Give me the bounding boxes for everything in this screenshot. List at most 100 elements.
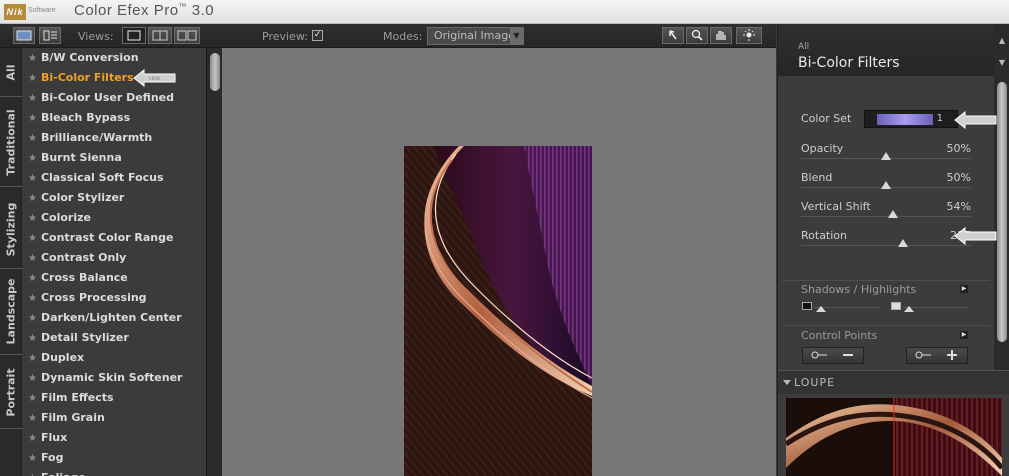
favorite-star-icon[interactable]: ★ bbox=[28, 273, 37, 284]
tab-traditional[interactable]: Traditional bbox=[0, 100, 22, 184]
preview-canvas[interactable] bbox=[222, 48, 776, 476]
view-split-button[interactable] bbox=[148, 27, 172, 44]
favorite-star-icon[interactable]: ★ bbox=[28, 293, 37, 304]
filter-item[interactable]: ★ Film Effects bbox=[22, 388, 206, 408]
tab-stylizing[interactable]: Stylizing bbox=[0, 190, 22, 268]
panel-scrollbar[interactable]: ▲ ▼ bbox=[994, 24, 1009, 370]
filter-item[interactable]: ★ Fog bbox=[22, 448, 206, 468]
favorite-star-icon[interactable]: ★ bbox=[28, 193, 37, 204]
param-value: 54% bbox=[946, 200, 971, 213]
param-slider[interactable] bbox=[801, 245, 971, 246]
filter-item[interactable]: ★ B/W Conversion bbox=[22, 48, 206, 68]
pointer-tool-button[interactable] bbox=[662, 27, 684, 44]
favorite-star-icon[interactable]: ★ bbox=[28, 53, 37, 64]
tab-portrait[interactable]: Portrait bbox=[0, 356, 22, 428]
filter-item[interactable]: ★ Bi-Color Filters bbox=[22, 68, 206, 88]
filter-item[interactable]: ★ Flux bbox=[22, 428, 206, 448]
filter-list: ★ B/W Conversion ★ Bi-Color Filters ★ Bi-Colo… bbox=[22, 48, 206, 476]
expand-arrow-icon[interactable]: ▶ bbox=[960, 285, 968, 293]
filter-item[interactable]: ★ Bi-Color User Defined bbox=[22, 88, 206, 108]
filter-item[interactable]: ★ Bleach Bypass bbox=[22, 108, 206, 128]
tab-landscape[interactable]: Landscape bbox=[0, 270, 22, 352]
filter-item-label: B/W Conversion bbox=[40, 51, 139, 64]
toolbar: Views: Preview: ✓ Modes: Original Image … bbox=[0, 24, 776, 48]
favorite-star-icon[interactable]: ★ bbox=[28, 393, 37, 404]
filter-list-scrollbar[interactable] bbox=[206, 48, 222, 476]
param-slider-thumb[interactable] bbox=[881, 181, 891, 189]
add-control-point-button[interactable] bbox=[906, 347, 968, 364]
filter-item[interactable]: ★ Darken/Lighten Center bbox=[22, 308, 206, 328]
filter-item-label: Darken/Lighten Center bbox=[40, 311, 182, 324]
filter-item[interactable]: ★ Colorize bbox=[22, 208, 206, 228]
filter-item[interactable]: ★ Brilliance/Warmth bbox=[22, 128, 206, 148]
tab-divider bbox=[0, 354, 22, 355]
favorite-star-icon[interactable]: ★ bbox=[28, 153, 37, 164]
scroll-down-icon[interactable]: ▼ bbox=[994, 56, 1009, 70]
favorite-star-icon[interactable]: ★ bbox=[28, 253, 37, 264]
remove-control-point-button[interactable] bbox=[802, 347, 864, 364]
filter-item-label: Colorize bbox=[40, 211, 91, 224]
favorite-star-icon[interactable]: ★ bbox=[28, 233, 37, 244]
filter-item[interactable]: ★ Detail Stylizer bbox=[22, 328, 206, 348]
favorite-star-icon[interactable]: ★ bbox=[28, 373, 37, 384]
favorite-star-icon[interactable]: ★ bbox=[28, 433, 37, 444]
favorite-star-icon[interactable]: ★ bbox=[28, 353, 37, 364]
filter-item[interactable]: ★ Contrast Color Range bbox=[22, 228, 206, 248]
favorite-star-icon[interactable]: ★ bbox=[28, 73, 37, 84]
filter-item[interactable]: ★ Duplex bbox=[22, 348, 206, 368]
nik-logo-subtext: Software bbox=[28, 7, 56, 14]
loupe-header[interactable]: LOUPE bbox=[778, 370, 1009, 394]
view-side-by-side-button[interactable] bbox=[174, 27, 200, 44]
color-set-picker[interactable]: 1 bbox=[864, 110, 958, 128]
nik-logo-mark: Nik bbox=[4, 4, 26, 20]
filter-item[interactable]: ★ Classical Soft Focus bbox=[22, 168, 206, 188]
scroll-up-icon[interactable]: ▲ bbox=[994, 34, 1009, 48]
filter-item[interactable]: ★ Burnt Sienna bbox=[22, 148, 206, 168]
favorite-star-icon[interactable]: ★ bbox=[28, 113, 37, 124]
tab-stylizing-label: Stylizing bbox=[4, 202, 18, 256]
expand-arrow-icon[interactable]: ▶ bbox=[960, 331, 968, 339]
filter-item[interactable]: ★ Color Stylizer bbox=[22, 188, 206, 208]
favorite-star-icon[interactable]: ★ bbox=[28, 173, 37, 184]
hand-tool-button[interactable] bbox=[710, 27, 732, 44]
side-by-side-icon bbox=[177, 30, 197, 41]
favorite-star-icon[interactable]: ★ bbox=[28, 313, 37, 324]
tab-all[interactable]: All bbox=[0, 48, 22, 96]
zoom-tool-button[interactable] bbox=[686, 27, 708, 44]
filter-item-label: Contrast Only bbox=[40, 251, 127, 264]
filter-item[interactable]: ★ Dynamic Skin Softener bbox=[22, 368, 206, 388]
highlights-slider-thumb[interactable] bbox=[904, 306, 914, 312]
modes-select[interactable]: Original Image ▼ bbox=[427, 27, 524, 45]
favorite-star-icon[interactable]: ★ bbox=[28, 213, 37, 224]
favorite-star-icon[interactable]: ★ bbox=[28, 133, 37, 144]
view-single-button[interactable] bbox=[122, 27, 146, 44]
filter-item[interactable]: ★ Cross Processing bbox=[22, 288, 206, 308]
filter-item[interactable]: ★ Cross Balance bbox=[22, 268, 206, 288]
control-points-header[interactable]: Control Points bbox=[801, 329, 877, 342]
param-slider-thumb[interactable] bbox=[881, 152, 891, 160]
scrollbar-thumb[interactable] bbox=[210, 53, 220, 91]
param-slider-thumb[interactable] bbox=[898, 239, 908, 247]
list-view-icon-button[interactable] bbox=[39, 27, 61, 44]
favorite-star-icon[interactable]: ★ bbox=[28, 413, 37, 424]
shadows-highlights-header[interactable]: Shadows / Highlights bbox=[801, 283, 916, 296]
preview-checkbox[interactable]: ✓ bbox=[312, 30, 323, 41]
filter-item[interactable]: ★ Contrast Only bbox=[22, 248, 206, 268]
color-set-swatch bbox=[877, 114, 933, 125]
panel-title: Bi-Color Filters bbox=[798, 55, 900, 71]
loupe-label: LOUPE bbox=[794, 376, 836, 389]
favorite-star-icon[interactable]: ★ bbox=[28, 93, 37, 104]
favorite-star-icon[interactable]: ★ bbox=[28, 333, 37, 344]
filter-item[interactable]: ★Foliage bbox=[22, 468, 206, 476]
panel-scrollbar-thumb[interactable] bbox=[997, 82, 1007, 342]
tab-portrait-label: Portrait bbox=[4, 367, 18, 417]
favorite-star-icon[interactable]: ★ bbox=[28, 453, 37, 464]
param-slider-thumb[interactable] bbox=[887, 210, 898, 218]
filter-item[interactable]: ★ Film Grain bbox=[22, 408, 206, 428]
brightness-tool-button[interactable] bbox=[736, 27, 762, 44]
single-view-icon-button[interactable] bbox=[13, 27, 35, 44]
param-slider[interactable] bbox=[801, 216, 971, 217]
tab-all-label: All bbox=[4, 63, 18, 81]
shadows-slider-thumb[interactable] bbox=[816, 306, 826, 312]
filter-item-label: Burnt Sienna bbox=[40, 151, 122, 164]
